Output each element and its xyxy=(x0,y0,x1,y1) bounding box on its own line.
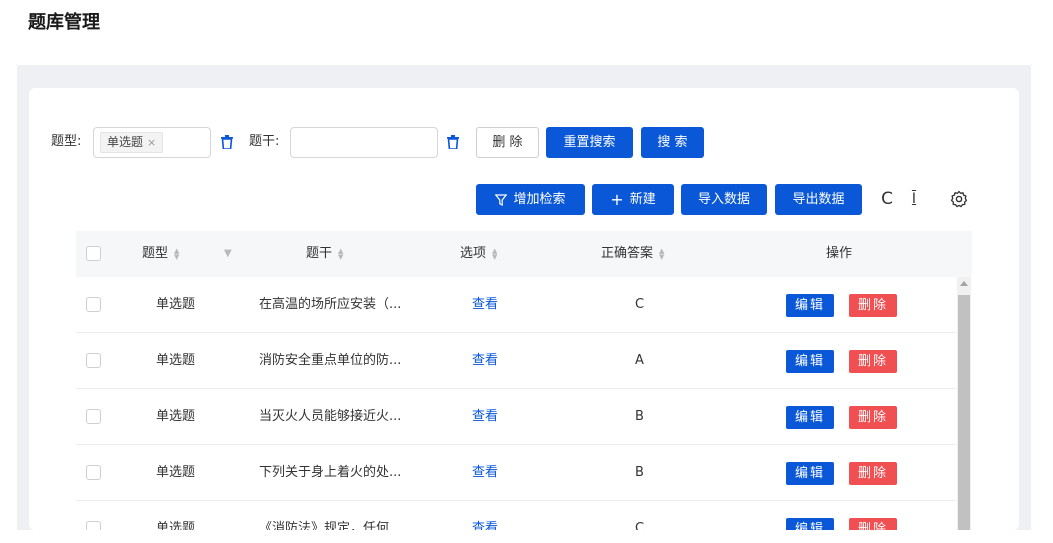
table-row: 单选题 当灭火人员能够接近火... 查看 B 编辑 删除 xyxy=(76,389,956,445)
edit-button[interactable]: 编辑 xyxy=(786,462,834,485)
row-checkbox[interactable] xyxy=(86,521,101,530)
table-header: 题型 ▲ ▼ ▼ 题干 ▲ ▼ 选项 ▲ ▼ 正确答案 ▲ ▼ 操作 xyxy=(76,231,972,277)
cell-stem: 在高温的场所应安装（... xyxy=(259,297,402,312)
column-answer-header[interactable]: 正确答案 ▲ ▼ xyxy=(601,231,664,277)
delete-row-button[interactable]: 删除 xyxy=(849,406,897,429)
view-options-link[interactable]: 查看 xyxy=(472,277,498,333)
cell-stem: 消防安全重点单位的防... xyxy=(259,353,402,368)
tag-close-icon[interactable]: × xyxy=(147,133,156,152)
sort-icon[interactable]: ▲ ▼ xyxy=(492,248,497,261)
add-filter-button[interactable]: 增加检索 xyxy=(476,184,585,215)
type-filter-icon[interactable]: ▼ xyxy=(224,231,232,277)
cell-answer: B xyxy=(635,465,644,480)
row-checkbox[interactable] xyxy=(86,465,101,480)
type-tag-label: 单选题 xyxy=(107,135,144,149)
refresh-icon[interactable]: C xyxy=(878,190,896,208)
search-button[interactable]: 搜 索 xyxy=(641,127,704,158)
cell-answer: B xyxy=(635,409,644,424)
question-table: 题型 ▲ ▼ ▼ 题干 ▲ ▼ 选项 ▲ ▼ 正确答案 ▲ ▼ 操作 单选题 在… xyxy=(76,231,972,530)
table-row: 单选题 在高温的场所应安装（... 查看 C 编辑 删除 xyxy=(76,277,956,333)
table-scrollbar[interactable] xyxy=(957,277,971,530)
column-stem-header[interactable]: 题干 ▲ ▼ xyxy=(306,231,343,277)
row-checkbox[interactable] xyxy=(86,297,101,312)
edit-button[interactable]: 编辑 xyxy=(786,406,834,429)
question-bank-card: 题型: 单选题 × 题干: 删 除 重置搜索 搜 索 增加检索 + 新建 导入数… xyxy=(29,88,1019,530)
type-tag: 单选题 × xyxy=(100,132,164,153)
sort-icon[interactable]: ▲ ▼ xyxy=(174,248,179,261)
cell-answer: A xyxy=(635,353,644,368)
select-all-checkbox[interactable] xyxy=(86,246,101,261)
edit-button[interactable]: 编辑 xyxy=(786,350,834,373)
content-area: 题型: 单选题 × 题干: 删 除 重置搜索 搜 索 增加检索 + 新建 导入数… xyxy=(17,65,1031,530)
delete-button[interactable]: 删 除 xyxy=(476,127,539,158)
view-options-link[interactable]: 查看 xyxy=(472,333,498,389)
page-title: 题库管理 xyxy=(28,12,100,33)
clear-stem-trash-icon[interactable] xyxy=(447,135,459,149)
table-row: 单选题 《消防法》规定，任何... 查看 C 编辑 删除 xyxy=(76,501,956,530)
type-label: 题型: xyxy=(51,134,82,149)
export-data-button[interactable]: 导出数据 xyxy=(775,184,862,215)
view-options-link[interactable]: 查看 xyxy=(472,445,498,501)
cell-stem: 《消防法》规定，任何... xyxy=(259,521,402,530)
column-options-header[interactable]: 选项 ▲ ▼ xyxy=(460,231,497,277)
import-data-button[interactable]: 导入数据 xyxy=(681,184,767,215)
sort-icon[interactable]: ▲ ▼ xyxy=(659,248,664,261)
density-icon[interactable]: I xyxy=(905,190,923,208)
edit-button[interactable]: 编辑 xyxy=(786,294,834,317)
add-filter-label: 增加检索 xyxy=(513,192,566,207)
row-checkbox[interactable] xyxy=(86,409,101,424)
new-label: 新建 xyxy=(629,192,656,207)
table-row: 单选题 消防安全重点单位的防... 查看 A 编辑 删除 xyxy=(76,333,956,389)
cell-stem: 下列关于身上着火的处... xyxy=(259,465,402,480)
cell-type: 单选题 xyxy=(156,465,196,480)
delete-row-button[interactable]: 删除 xyxy=(849,350,897,373)
cell-type: 单选题 xyxy=(156,353,196,368)
filter-icon xyxy=(495,193,508,206)
delete-row-button[interactable]: 删除 xyxy=(849,462,897,485)
reset-search-button[interactable]: 重置搜索 xyxy=(546,127,633,158)
cell-type: 单选题 xyxy=(156,409,196,424)
edit-button[interactable]: 编辑 xyxy=(786,518,834,530)
delete-row-button[interactable]: 删除 xyxy=(849,518,897,530)
column-type-header[interactable]: 题型 ▲ ▼ xyxy=(142,231,179,277)
view-options-link[interactable]: 查看 xyxy=(472,389,498,445)
stem-label: 题干: xyxy=(249,134,280,149)
cell-type: 单选题 xyxy=(156,297,196,312)
cell-answer: C xyxy=(635,297,645,312)
type-select[interactable]: 单选题 × xyxy=(93,127,211,158)
cell-answer: C xyxy=(635,521,645,530)
cell-stem: 当灭火人员能够接近火... xyxy=(259,409,402,424)
row-checkbox[interactable] xyxy=(86,353,101,368)
column-actions-header: 操作 xyxy=(826,246,853,261)
clear-type-trash-icon[interactable] xyxy=(221,135,233,149)
delete-row-button[interactable]: 删除 xyxy=(849,294,897,317)
scrollbar-thumb[interactable] xyxy=(958,295,970,530)
plus-icon: + xyxy=(610,190,624,209)
sort-icon[interactable]: ▲ ▼ xyxy=(338,248,343,261)
view-options-link[interactable]: 查看 xyxy=(472,501,498,530)
table-row: 单选题 下列关于身上着火的处... 查看 B 编辑 删除 xyxy=(76,445,956,501)
settings-gear-icon[interactable] xyxy=(950,190,968,208)
stem-input[interactable] xyxy=(290,127,438,158)
new-button[interactable]: + 新建 xyxy=(592,184,674,215)
scroll-up-arrow-icon[interactable] xyxy=(960,281,968,286)
cell-type: 单选题 xyxy=(156,521,196,530)
